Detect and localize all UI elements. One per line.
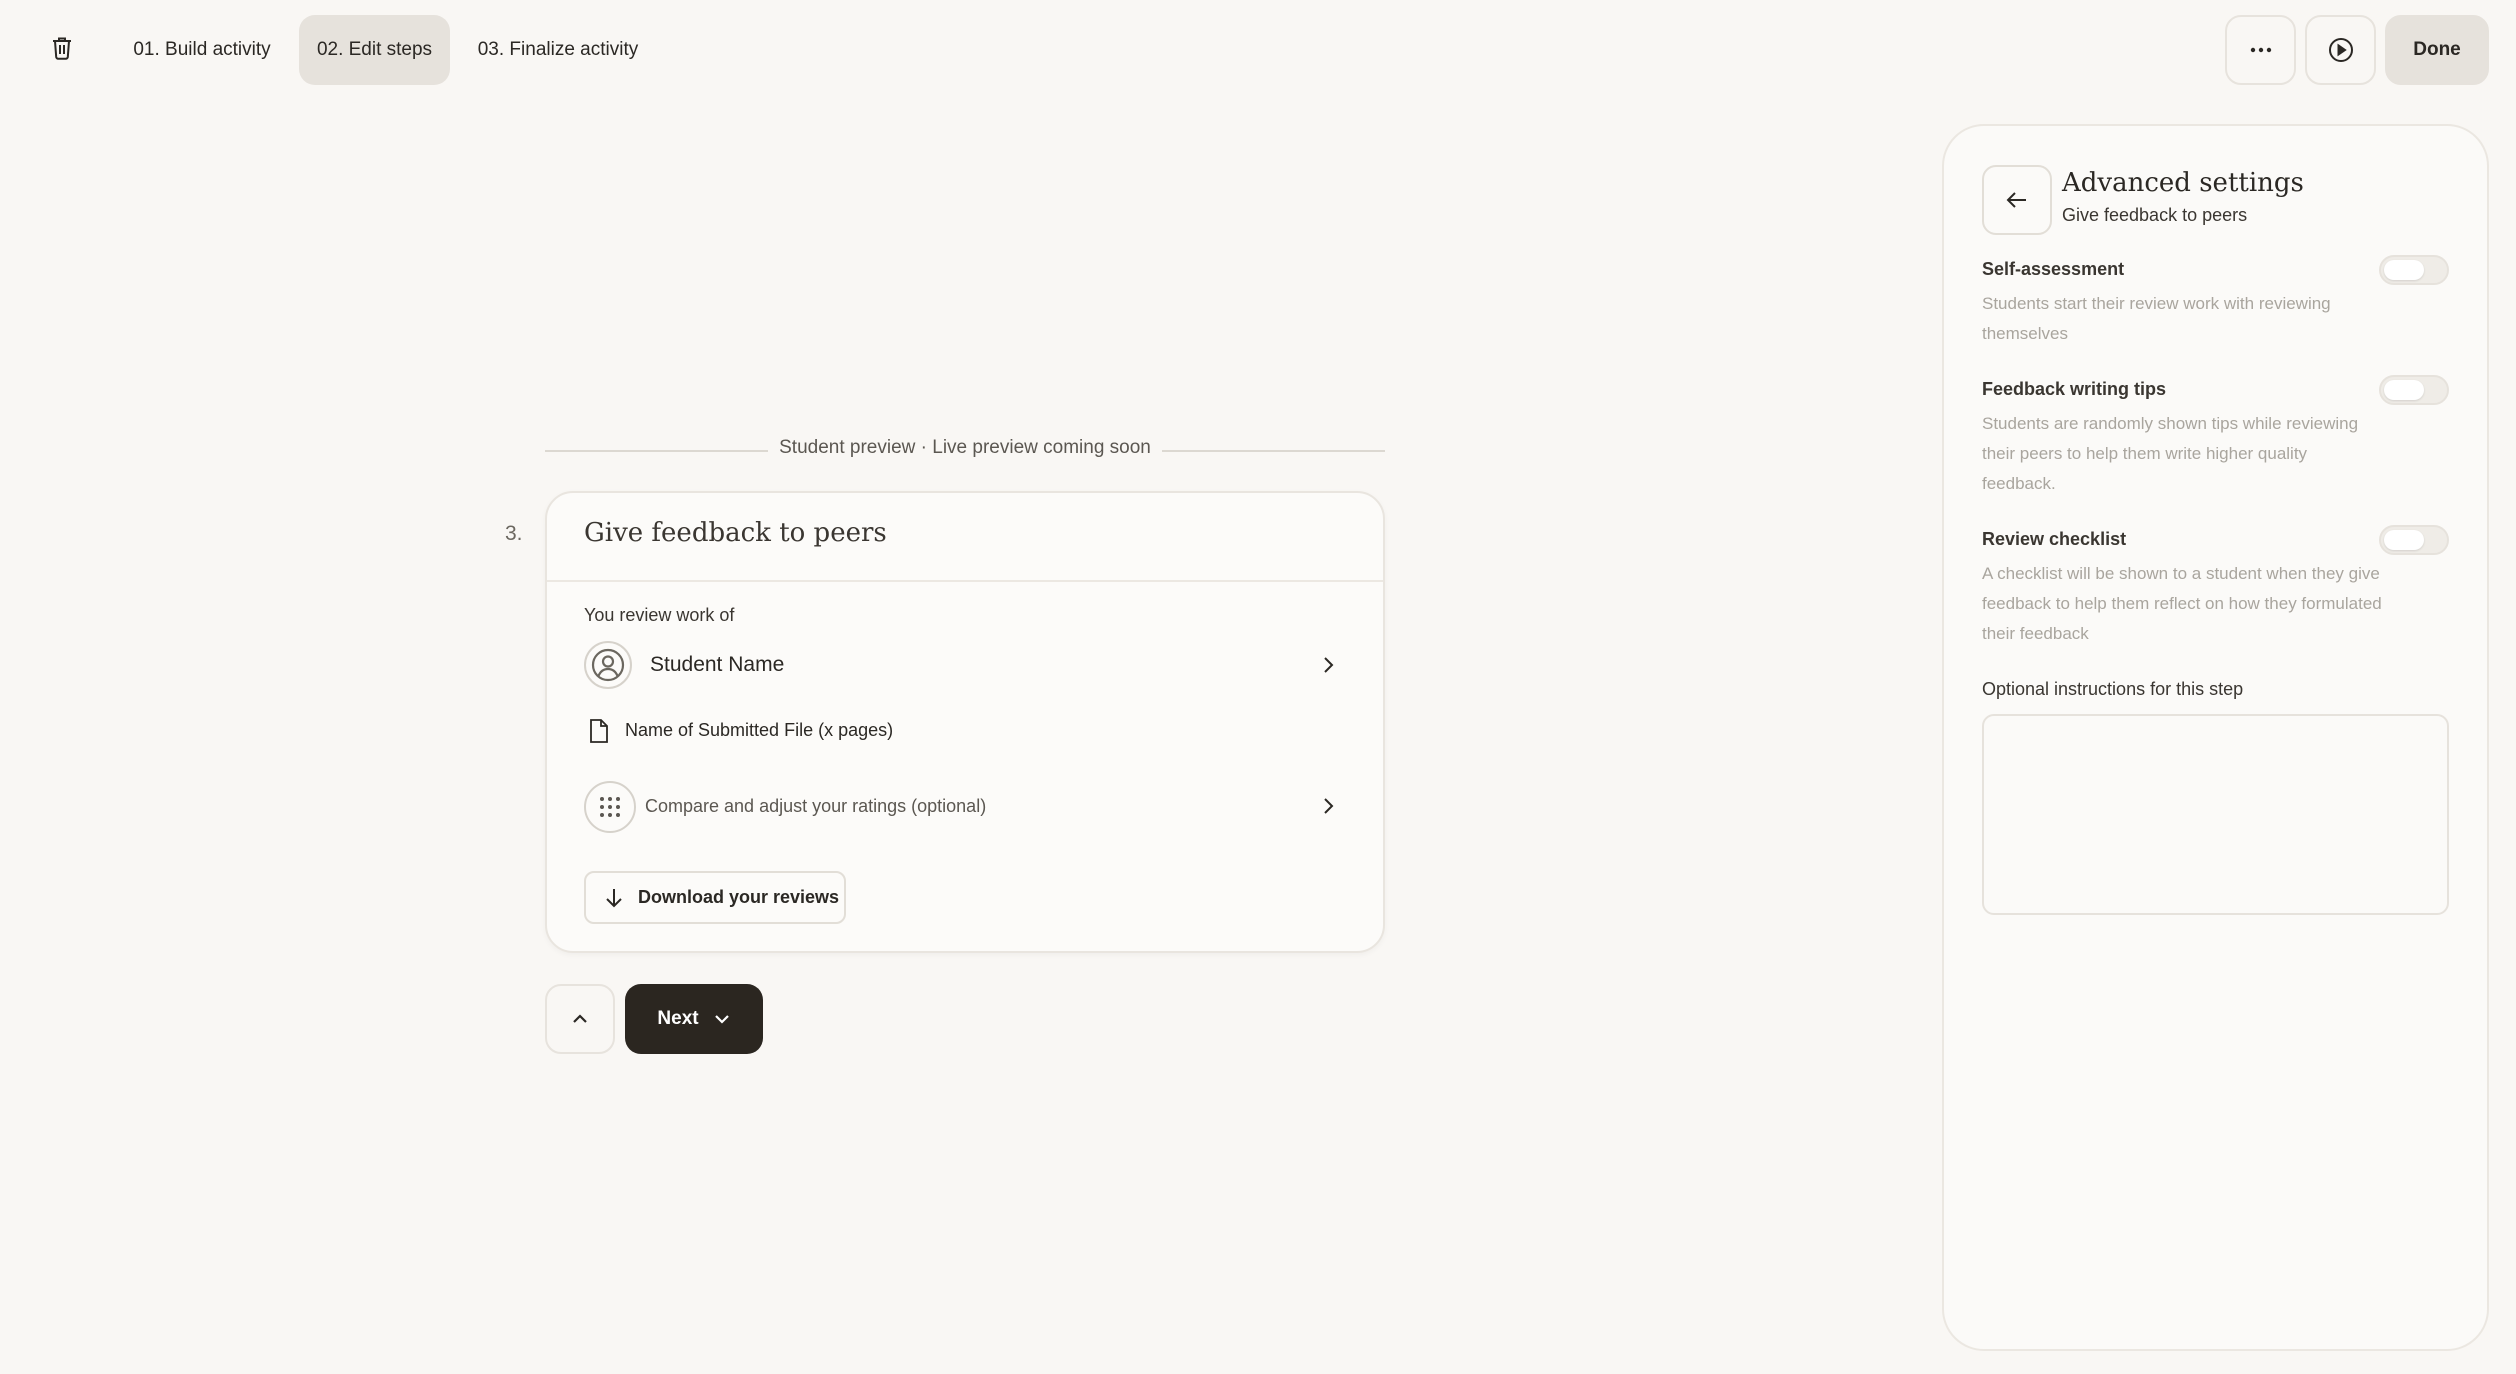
divider-left bbox=[545, 450, 768, 452]
preview-button[interactable] bbox=[2305, 15, 2376, 85]
delete-button[interactable] bbox=[38, 24, 86, 72]
done-button[interactable]: Done bbox=[2385, 15, 2489, 85]
avatar bbox=[584, 641, 632, 689]
divider-right bbox=[1162, 450, 1385, 452]
panel-subtitle: Give feedback to peers bbox=[2062, 205, 2248, 225]
ratings-icon bbox=[584, 781, 636, 833]
move-up-button[interactable] bbox=[545, 984, 615, 1054]
setting-description-review-checklist: A checklist will be shown to a student w… bbox=[1982, 564, 2382, 643]
download-reviews-label: Download your reviews bbox=[638, 887, 840, 907]
tab-edit-steps[interactable]: 02. Edit steps bbox=[299, 15, 450, 85]
chevron-down-icon bbox=[714, 1015, 729, 1024]
arrow-down-icon bbox=[606, 888, 622, 907]
panel-title: Advanced settings bbox=[2062, 168, 2304, 198]
grid-dots-icon bbox=[600, 797, 620, 817]
play-circle-icon bbox=[2328, 38, 2353, 62]
instructions-label: Optional instructions for this step bbox=[1982, 679, 2244, 699]
more-options-button[interactable] bbox=[2225, 15, 2296, 85]
self-assessment-toggle[interactable] bbox=[2379, 255, 2449, 285]
tab-build-activity[interactable]: 01. Build activity bbox=[118, 15, 286, 85]
chevron-right-icon bbox=[1324, 798, 1334, 814]
next-label: Next bbox=[657, 1008, 699, 1029]
trash-icon bbox=[53, 37, 71, 60]
card-separator bbox=[547, 580, 1383, 582]
preview-label: Student preview · Live preview coming so… bbox=[779, 437, 1151, 458]
review-checklist-toggle[interactable] bbox=[2379, 525, 2449, 555]
setting-label-self-assessment: Self-assessment bbox=[1982, 259, 2125, 279]
feedback-tips-toggle[interactable] bbox=[2379, 375, 2449, 405]
ratings-row-chevron[interactable] bbox=[1318, 795, 1338, 822]
instructions-textarea[interactable] bbox=[1982, 714, 2449, 915]
setting-description-feedback-tips: Students are randomly shown tips while r… bbox=[1982, 414, 2359, 493]
chevron-right-icon bbox=[1324, 657, 1334, 673]
compare-ratings-link[interactable]: Compare and adjust your ratings (optiona… bbox=[645, 796, 986, 817]
download-reviews-button[interactable]: Download your reviews bbox=[584, 871, 846, 924]
review-work-label: You review work of bbox=[584, 605, 735, 625]
student-row-chevron[interactable] bbox=[1318, 654, 1338, 681]
more-horizontal-icon bbox=[2250, 47, 2271, 53]
student-name[interactable]: Student Name bbox=[650, 653, 784, 677]
step-number: 3. bbox=[505, 522, 523, 545]
tab-finalize-activity[interactable]: 03. Finalize activity bbox=[462, 15, 654, 85]
chevron-up-icon bbox=[573, 1014, 587, 1023]
setting-label-feedback-tips: Feedback writing tips bbox=[1982, 379, 2167, 399]
setting-description-self-assessment: Students start their review work with re… bbox=[1982, 294, 2331, 343]
submitted-file-name[interactable]: Name of Submitted File (x pages) bbox=[625, 720, 893, 741]
next-button[interactable]: Next bbox=[625, 984, 763, 1054]
arrow-left-icon bbox=[2006, 192, 2026, 208]
back-button[interactable] bbox=[1982, 165, 2052, 235]
user-icon bbox=[591, 648, 625, 682]
file-icon bbox=[588, 718, 610, 749]
setting-label-review-checklist: Review checklist bbox=[1982, 529, 2127, 549]
card-title: Give feedback to peers bbox=[584, 518, 887, 548]
